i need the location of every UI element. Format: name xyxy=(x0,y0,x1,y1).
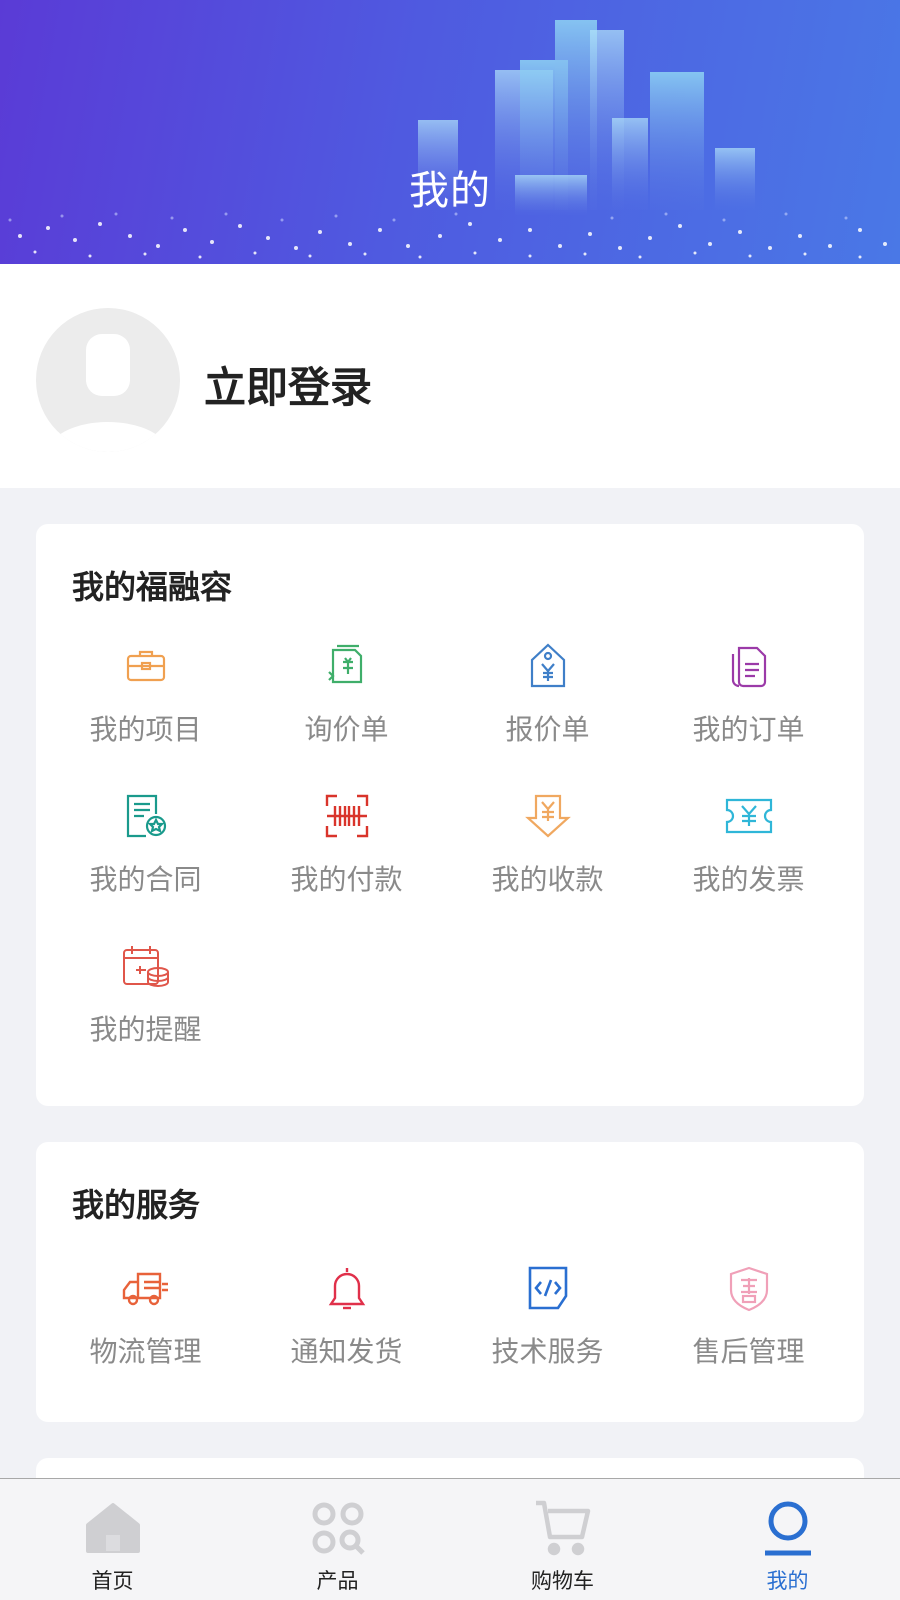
grid-item-label: 售后管理 xyxy=(692,1335,805,1368)
page-title: 我的 xyxy=(409,168,491,214)
order-doc-icon xyxy=(731,646,767,688)
grid-item-label: 我的合同 xyxy=(89,863,202,896)
logistics-entry[interactable]: 物流管理 xyxy=(45,1264,246,1394)
my-invoices-entry[interactable]: 我的发票 xyxy=(648,792,849,922)
my-contracts-entry[interactable]: 我的合同 xyxy=(45,792,246,922)
tab-label: 首页 xyxy=(91,1569,134,1593)
contract-icon xyxy=(126,794,167,838)
grid-item-label: 我的付款 xyxy=(290,863,403,896)
home-icon xyxy=(86,1503,140,1553)
shipping-notice-entry[interactable]: 通知发货 xyxy=(246,1264,447,1394)
after-sale-shield-icon xyxy=(729,1266,769,1312)
header-banner: 我的 xyxy=(0,0,900,264)
default-avatar-icon xyxy=(46,334,170,452)
yuan-receive-icon xyxy=(525,794,571,838)
cart-icon xyxy=(536,1500,591,1556)
my-services-card: 我的服务 物流管理 通知发货 技术服务 售后管理 xyxy=(36,1142,864,1422)
tab-products[interactable]: 产品 xyxy=(225,1479,450,1600)
my-reminders-entry[interactable]: 我的提醒 xyxy=(45,942,246,1072)
avatar[interactable] xyxy=(36,308,180,452)
calendar-coins-icon xyxy=(123,946,169,987)
code-doc-icon xyxy=(528,1266,568,1310)
bottom-tab-bar: 首页 产品 购物车 我的 xyxy=(0,1478,900,1600)
grid-item-label: 我的提醒 xyxy=(89,1013,202,1046)
section-title: 我的福融容 xyxy=(72,568,233,606)
my-projects-entry[interactable]: 我的项目 xyxy=(45,642,246,772)
barcode-scan-icon xyxy=(325,794,369,838)
grid-item-label: 询价单 xyxy=(304,713,389,746)
inquiry-doc-icon xyxy=(328,644,363,684)
quotation-entry[interactable]: 报价单 xyxy=(447,642,648,772)
tab-home[interactable]: 首页 xyxy=(0,1479,225,1600)
price-tag-icon xyxy=(530,643,566,688)
my-orders-entry[interactable]: 我的订单 xyxy=(648,642,849,772)
truck-icon xyxy=(122,1272,168,1306)
my-receipts-entry[interactable]: 我的收款 xyxy=(447,792,648,922)
tab-mine[interactable]: 我的 xyxy=(675,1479,900,1600)
tab-cart[interactable]: 购物车 xyxy=(450,1479,675,1600)
grid-item-label: 技术服务 xyxy=(491,1335,604,1368)
bell-icon xyxy=(328,1268,366,1310)
tech-service-entry[interactable]: 技术服务 xyxy=(447,1264,648,1394)
inquiry-entry[interactable]: 询价单 xyxy=(246,642,447,772)
after-sales-entry[interactable]: 售后管理 xyxy=(648,1264,849,1394)
grid-item-label: 我的发票 xyxy=(692,863,805,896)
my-finance-card: 我的福融容 我的项目 询价单 报价单 我的订单 我的合同 我的付款 我的收款 我… xyxy=(36,524,864,1106)
section-title: 我的服务 xyxy=(72,1186,201,1224)
grid-item-label: 我的收款 xyxy=(491,863,604,896)
login-link[interactable]: 立即登录 xyxy=(204,354,372,415)
grid-item-label: 报价单 xyxy=(505,713,590,746)
grid-item-label: 物流管理 xyxy=(89,1335,202,1368)
grid-item-label: 通知发货 xyxy=(290,1335,403,1368)
tab-label: 我的 xyxy=(766,1569,809,1593)
invoice-ticket-icon xyxy=(725,798,773,834)
grid-apps-icon xyxy=(312,1502,365,1555)
user-icon xyxy=(765,1501,811,1556)
profile-section[interactable]: 立即登录 xyxy=(0,264,900,488)
tab-label: 产品 xyxy=(316,1569,359,1593)
grid-item-label: 我的项目 xyxy=(89,713,202,746)
briefcase-icon xyxy=(126,650,166,682)
city-skyline-illustration xyxy=(8,20,887,259)
tab-label: 购物车 xyxy=(531,1569,594,1593)
my-payments-entry[interactable]: 我的付款 xyxy=(246,792,447,922)
grid-item-label: 我的订单 xyxy=(692,713,805,746)
